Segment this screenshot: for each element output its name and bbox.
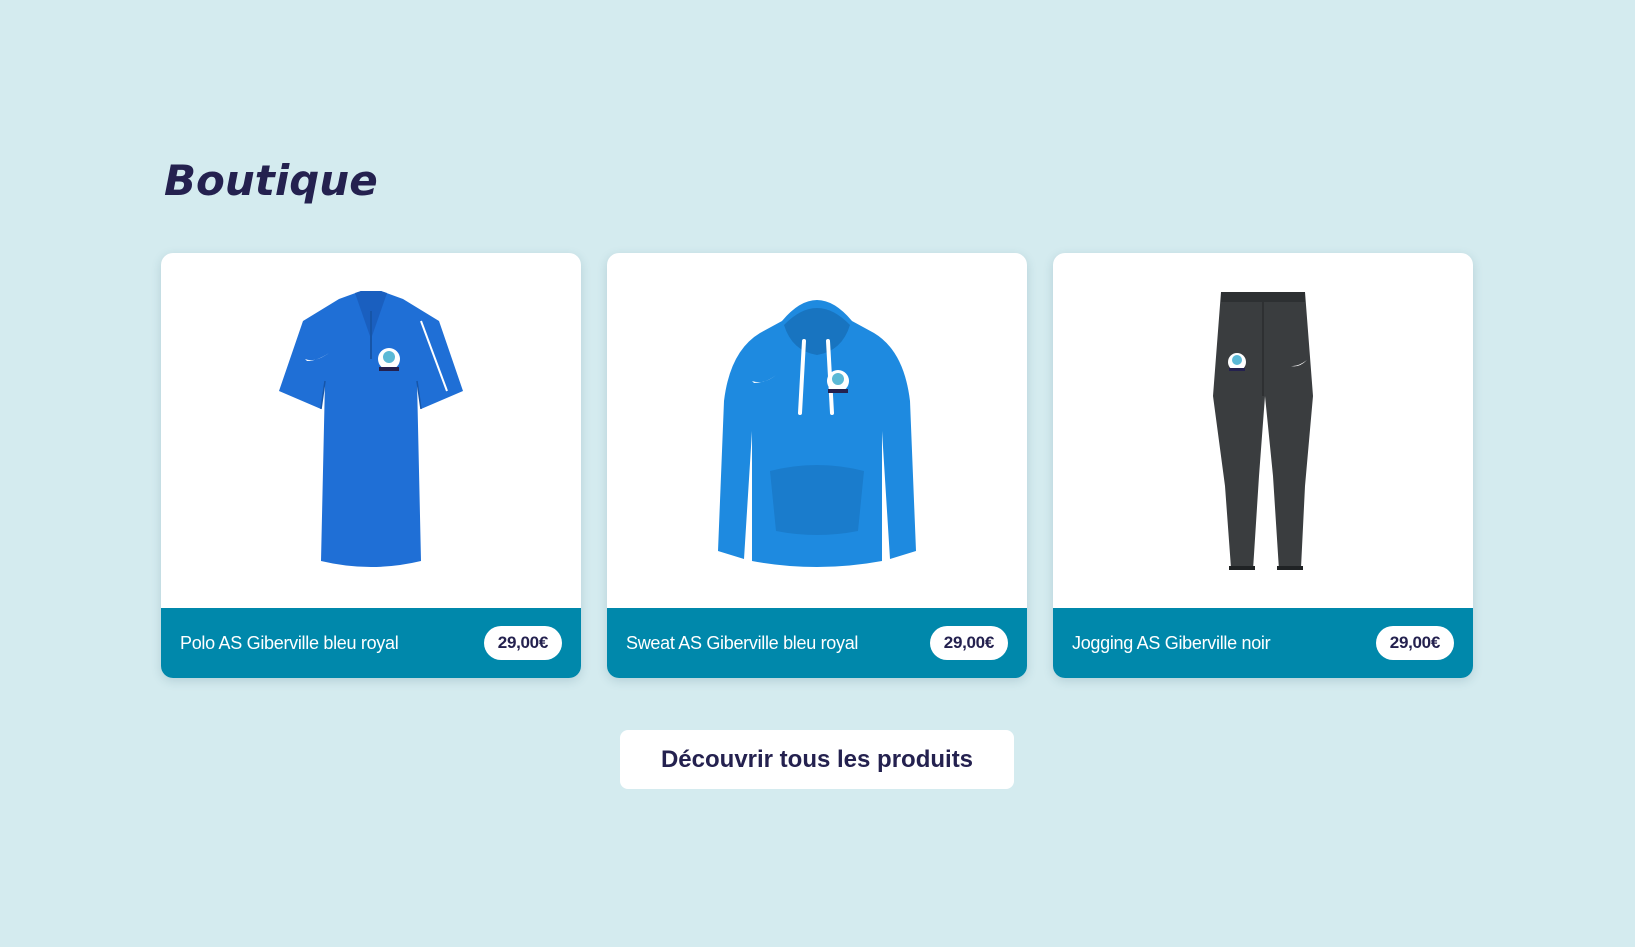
polo-shirt-icon bbox=[279, 290, 463, 567]
product-name[interactable]: Polo AS Giberville bleu royal bbox=[180, 633, 399, 654]
product-price-badge: 29,00€ bbox=[483, 626, 562, 660]
product-footer: Jogging AS Giberville noir 29,00€ bbox=[1053, 608, 1473, 678]
product-price-badge: 29,00€ bbox=[1375, 626, 1454, 660]
product-card-sweat[interactable]: Sweat AS Giberville bleu royal 29,00€ bbox=[607, 253, 1027, 678]
product-card-polo[interactable]: Polo AS Giberville bleu royal 29,00€ bbox=[161, 253, 581, 678]
product-footer: Polo AS Giberville bleu royal 29,00€ bbox=[161, 608, 581, 678]
page-title: Boutique bbox=[164, 156, 378, 205]
product-footer: Sweat AS Giberville bleu royal 29,00€ bbox=[607, 608, 1027, 678]
product-name[interactable]: Sweat AS Giberville bleu royal bbox=[626, 633, 858, 654]
product-image[interactable] bbox=[607, 253, 1027, 608]
product-image[interactable] bbox=[1053, 253, 1473, 608]
jogging-pants-icon bbox=[1213, 291, 1313, 570]
product-price-badge: 29,00€ bbox=[929, 626, 1008, 660]
product-card-jogging[interactable]: Jogging AS Giberville noir 29,00€ bbox=[1053, 253, 1473, 678]
product-image[interactable] bbox=[161, 253, 581, 608]
hoodie-icon bbox=[718, 299, 916, 567]
product-name[interactable]: Jogging AS Giberville noir bbox=[1072, 633, 1271, 654]
discover-all-products-button[interactable]: Découvrir tous les produits bbox=[620, 730, 1014, 789]
